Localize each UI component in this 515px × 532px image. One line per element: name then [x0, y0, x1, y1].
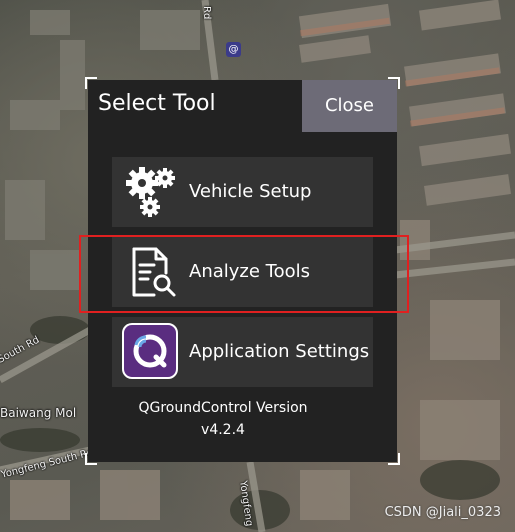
vehicle-setup-label: Vehicle Setup — [189, 181, 312, 202]
watermark: CSDN @Jiali_0323 — [384, 505, 501, 520]
qgroundcontrol-app-icon — [122, 323, 178, 379]
qgc-logo-icon — [133, 334, 167, 368]
map-label-baiwang-mall: Baiwang Mol — [0, 406, 77, 420]
dialog-corner-bracket — [388, 453, 400, 465]
version-caption: QGroundControl Version — [138, 400, 308, 416]
dialog-title: Select Tool — [98, 91, 216, 116]
application-settings-button[interactable]: Application Settings — [112, 317, 373, 387]
dialog-header: Select Tool Close — [88, 80, 397, 132]
highlight-annotation-box — [79, 235, 409, 313]
version-number: v4.2.4 — [201, 422, 245, 438]
close-button[interactable]: Close — [302, 80, 397, 132]
dialog-corner-bracket — [85, 453, 97, 465]
gears-icon — [126, 167, 175, 217]
map-label-road: Rd — [201, 6, 212, 20]
dialog-corner-bracket — [388, 77, 400, 89]
dialog-corner-bracket — [85, 77, 97, 89]
vehicle-setup-button[interactable]: Vehicle Setup — [112, 157, 373, 227]
map-poi-marker-icon[interactable]: @ — [226, 42, 241, 57]
application-settings-label: Application Settings — [189, 341, 370, 362]
